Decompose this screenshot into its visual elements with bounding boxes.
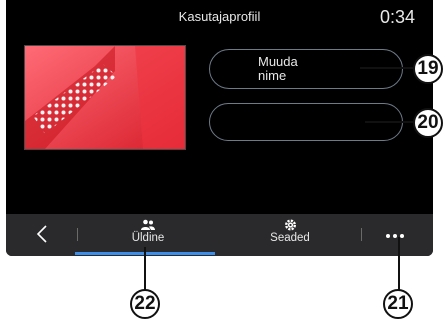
callout-21: 21	[383, 289, 413, 319]
callout-19: 19	[413, 54, 443, 84]
callout-20: 20	[413, 108, 443, 138]
chevron-left-icon	[36, 225, 47, 243]
top-bar: Kasutajaprofiil 0:34	[6, 0, 433, 40]
callout-line	[144, 247, 146, 293]
more-options-button[interactable]	[378, 226, 412, 246]
callout-22: 22	[130, 289, 160, 319]
display-screen: Kasutajaprofiil 0:34 Muuda nime Üldine S…	[6, 0, 433, 256]
back-button[interactable]	[29, 220, 55, 248]
divider	[77, 228, 78, 241]
tab-general-label: Üldine	[131, 232, 165, 244]
rename-button[interactable]: Muuda nime	[209, 49, 403, 89]
callout-line	[360, 67, 416, 69]
profile-image	[25, 46, 185, 149]
page-title: Kasutajaprofiil	[178, 9, 261, 24]
tab-general[interactable]: Üldine	[94, 218, 202, 252]
rename-label: Muuda nime	[258, 54, 298, 83]
gear-icon	[284, 219, 296, 231]
more-dots-icon	[386, 234, 390, 238]
tab-settings[interactable]: Seaded	[236, 218, 344, 252]
profile-picture[interactable]	[24, 45, 186, 150]
tab-settings-label: Seaded	[270, 232, 310, 244]
clock: 0:34	[379, 7, 415, 27]
callout-line	[398, 237, 400, 292]
users-icon	[141, 219, 155, 230]
callout-line	[365, 121, 415, 123]
bottom-nav: Üldine Seaded	[6, 214, 433, 256]
divider	[361, 228, 362, 241]
